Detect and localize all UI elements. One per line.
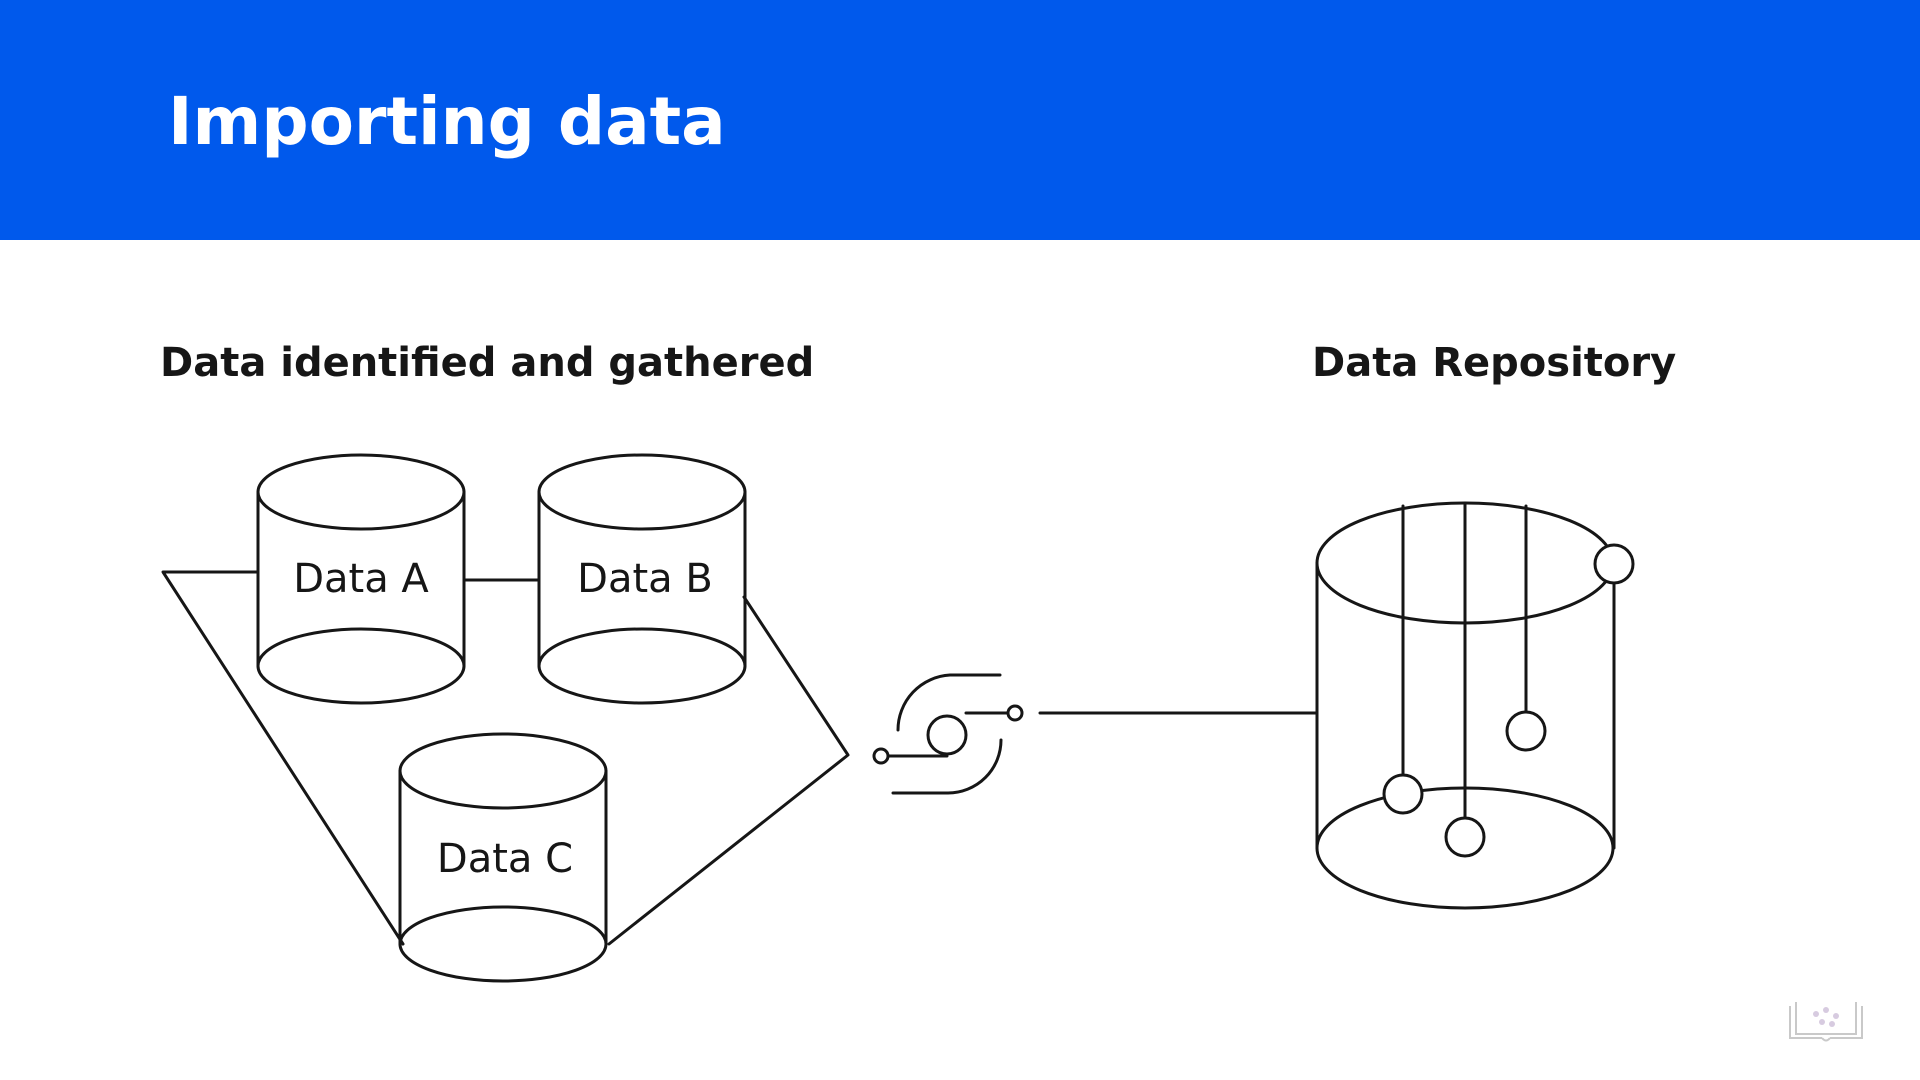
label-data-b: Data B: [577, 556, 713, 602]
label-data-a: Data A: [293, 556, 429, 602]
data-pipeline-connector-icon: [872, 673, 1024, 795]
course-watermark-icon: [1789, 1002, 1863, 1042]
import-diagram: Data A Data B Data C: [161, 453, 1635, 983]
source-funnel-right-edge: [607, 595, 850, 946]
cylinder-data-c: Data C: [398, 732, 608, 983]
slide: Importing data Data identified and gathe…: [0, 0, 1920, 1080]
cylinder-data-a: Data A: [256, 453, 466, 705]
cylinder-data-b: Data B: [537, 453, 747, 705]
repository-cylinder: [1315, 501, 1635, 910]
label-data-c: Data C: [437, 836, 573, 882]
